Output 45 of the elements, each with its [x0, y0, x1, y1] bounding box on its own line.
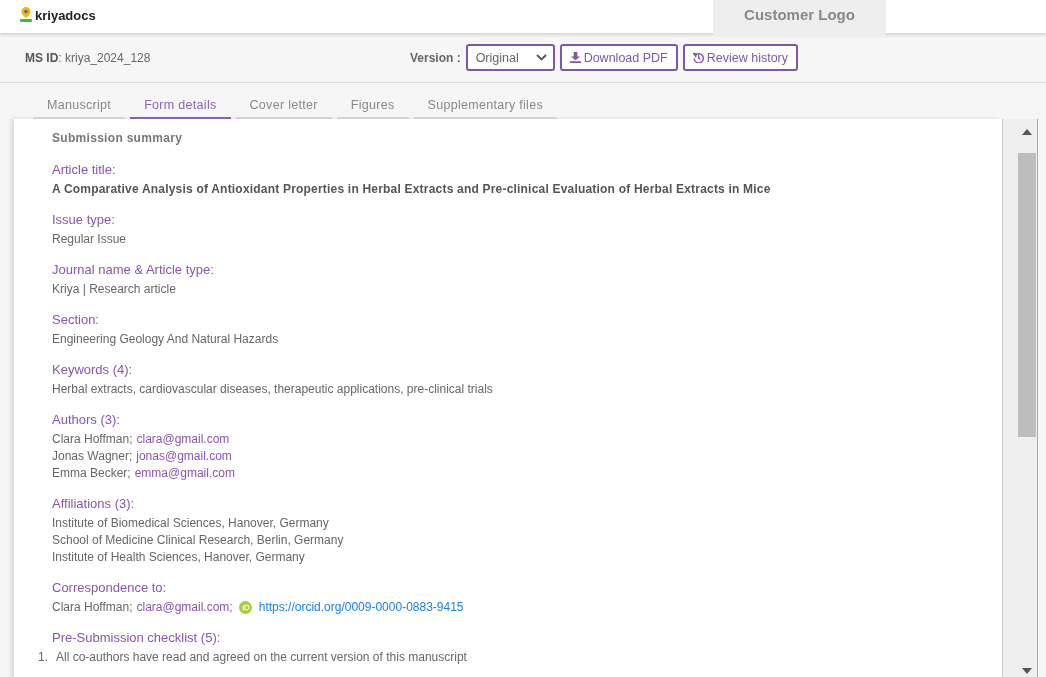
field-value: Regular Issue — [52, 231, 128, 248]
manuscript-id: MS ID: kriya_2024_128 — [25, 50, 151, 65]
field-value: Institute of Biomedical Sciences, Hanover, Germany — [52, 515, 330, 532]
brand-name: kriyadocs — [35, 7, 96, 23]
email-link[interactable]: jonas@gmail.com — [136, 448, 232, 465]
version-label: Version : — [409, 50, 461, 65]
field-label: Correspondence to: — [52, 579, 168, 597]
scroll-down-icon[interactable] — [1022, 668, 1032, 674]
email-link[interactable]: clara@gmail.com; — [136, 599, 233, 616]
scrollbar[interactable] — [1002, 119, 1038, 677]
scrollbar-thumb[interactable] — [1018, 153, 1036, 437]
field-label: Affiliations (3): — [52, 495, 136, 513]
field-label: Section: — [52, 311, 100, 329]
customer-logo-text: Customer Logo — [744, 6, 855, 23]
field-value: Kriya | Research article — [52, 281, 177, 298]
download-icon — [569, 52, 581, 63]
orcid-icon — [238, 601, 252, 614]
author-name: Jonas Wagner; — [52, 448, 133, 465]
field-value: Institute of Health Sciences, Hanover, Germany — [52, 549, 306, 566]
field-label: Issue type: — [52, 211, 116, 229]
section-heading: Submission summary — [52, 131, 184, 145]
email-link[interactable]: clara@gmail.com — [136, 431, 230, 448]
field-label: Journal name & Article type: — [52, 261, 215, 279]
article-title: A Comparative Analysis of Antioxidant Properties in Herbal Extracts and Pre-clinical Evaluation of Herbal Extracts in Mice — [52, 181, 772, 198]
checklist-item: All co-authors have read and agreed on the current version of this manuscript — [56, 649, 467, 666]
author-name: Emma Becker; — [52, 465, 131, 482]
download-button[interactable]: Download PDF — [559, 44, 678, 71]
author-name: Clara Hoffman; — [52, 431, 133, 448]
field-label: Article title: — [52, 161, 117, 179]
logo-icon — [20, 7, 32, 23]
field-label: Pre-Submission checklist (5): — [52, 629, 222, 647]
version-dropdown[interactable]: Original — [465, 44, 555, 71]
scroll-up-icon[interactable] — [1022, 129, 1032, 135]
orcid-link[interactable]: https://orcid.org/0009-0000-0883-9415 — [258, 599, 464, 616]
field-label: Authors (3): — [52, 411, 121, 429]
email-link[interactable]: emma@gmail.com — [134, 465, 235, 482]
field-value: School of Medicine Clinical Research, Berlin, Germany — [52, 532, 345, 549]
field-value: Herbal extracts, cardiovascular diseases, therapeutic applications, pre-clinical trials — [52, 381, 494, 398]
history-button[interactable]: Review history — [682, 44, 798, 71]
chevron-down-icon — [535, 54, 547, 61]
author-name: Clara Hoffman; — [52, 599, 133, 616]
item-number: 1. — [38, 649, 48, 666]
field-label: Keywords (4): — [52, 361, 134, 379]
field-value: Engineering Geology And Natural Hazards — [52, 331, 280, 348]
history-icon — [692, 52, 704, 63]
